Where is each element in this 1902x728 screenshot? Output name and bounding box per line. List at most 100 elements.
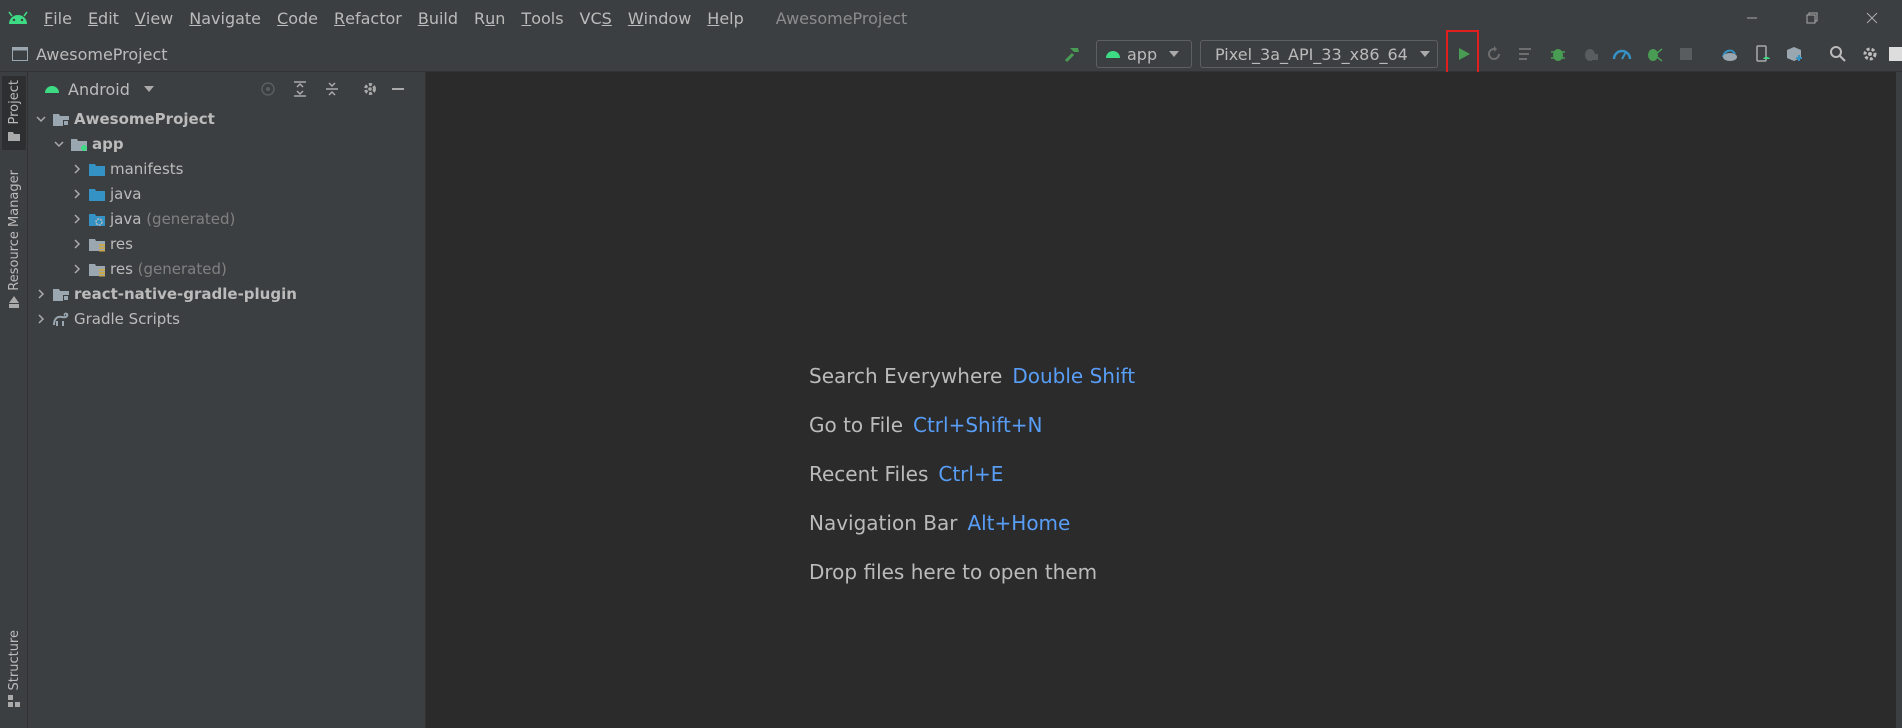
menu-navigate[interactable]: Navigate — [181, 0, 269, 36]
chevron-down-icon — [1169, 51, 1180, 57]
run-config-select[interactable]: app — [1096, 40, 1192, 68]
tree-item-gradle-scripts[interactable]: Gradle Scripts — [28, 306, 426, 331]
hint-navigation-bar: Navigation Bar Alt+Home — [809, 511, 1071, 535]
tree-item-label: java — [110, 184, 142, 203]
chevron-down-icon — [143, 86, 154, 92]
debug-icon[interactable] — [1546, 42, 1570, 66]
hint-drop-files: Drop files here to open them — [809, 560, 1098, 584]
tree-item-res[interactable]: res — [28, 231, 426, 256]
chevron-right-icon[interactable] — [34, 312, 48, 326]
tree-item-java-generated[interactable]: java (generated) — [28, 206, 426, 231]
select-opened-file-icon[interactable] — [256, 77, 280, 101]
chevron-right-icon[interactable] — [70, 187, 84, 201]
menu-file[interactable]: File — [36, 0, 80, 36]
chevron-right-icon[interactable] — [70, 212, 84, 226]
shortcut-label: Double Shift — [1012, 364, 1136, 388]
chevron-down-icon[interactable] — [34, 112, 48, 126]
project-panel-header: Android — [28, 72, 425, 106]
tree-item-app[interactable]: app — [28, 131, 426, 156]
run-config-label: app — [1127, 44, 1158, 64]
project-window-icon — [12, 47, 28, 61]
sync-gradle-icon[interactable] — [1718, 42, 1742, 66]
restore-icon[interactable] — [1782, 0, 1842, 36]
resource-folder-icon — [89, 263, 105, 276]
menu-window[interactable]: Window — [620, 0, 699, 36]
project-tab-label: Project — [6, 80, 22, 125]
device-label: Pixel_3a_API_33_x86_64 — [1215, 44, 1408, 64]
main-toolbar: AwesomeProject app Pixel_3a_API_33_x86_6… — [0, 36, 1902, 72]
chevron-right-icon[interactable] — [70, 162, 84, 176]
chevron-down-icon — [1419, 51, 1430, 57]
chevron-down-icon[interactable] — [52, 137, 66, 151]
build-hammer-icon[interactable] — [1060, 42, 1084, 66]
menu-bar: File Edit View Navigate Code Refactor Bu… — [0, 0, 1902, 36]
app-module-icon — [71, 138, 87, 151]
project-tree: AwesomeProject app manifests java java (… — [28, 106, 426, 331]
profiler-icon[interactable] — [1610, 42, 1634, 66]
tree-item-awesomeproject[interactable]: AwesomeProject — [28, 106, 426, 131]
tree-item-label: java (generated) — [110, 209, 236, 228]
right-tool-stripe — [1896, 72, 1902, 728]
menu-refactor[interactable]: Refactor — [326, 0, 410, 36]
search-icon[interactable] — [1826, 42, 1850, 66]
resource-manager-tool-tab[interactable]: Resource Manager — [2, 170, 26, 310]
hint-go-to-file: Go to File Ctrl+Shift+N — [809, 413, 1043, 437]
menu-code[interactable]: Code — [269, 0, 326, 36]
chevron-right-icon[interactable] — [70, 237, 84, 251]
structure-tool-tab[interactable]: Structure — [2, 630, 26, 710]
chevron-right-icon[interactable] — [70, 262, 84, 276]
menu-edit[interactable]: Edit — [80, 0, 127, 36]
stop-icon[interactable] — [1674, 42, 1698, 66]
device-manager-icon[interactable] — [1750, 42, 1774, 66]
menu-vcs[interactable]: VC S — [572, 0, 620, 36]
tree-item-label: Gradle Scripts — [74, 309, 180, 328]
source-folder-icon — [89, 188, 105, 201]
hide-panel-icon[interactable] — [386, 77, 410, 101]
resource-folder-icon — [89, 238, 105, 251]
apply-code-changes-icon[interactable] — [1514, 42, 1538, 66]
tree-item-label: res (generated) — [110, 259, 227, 278]
window-controls — [1722, 0, 1902, 36]
project-tool-tab[interactable]: Project — [2, 76, 26, 150]
device-select[interactable]: Pixel_3a_API_33_x86_64 — [1200, 40, 1438, 68]
android-icon — [1106, 51, 1120, 58]
editor-empty-area[interactable]: Search Everywhere Double Shift Go to File… — [426, 72, 1896, 728]
expand-all-icon[interactable] — [288, 77, 312, 101]
sdk-manager-icon[interactable] — [1782, 42, 1806, 66]
project-breadcrumb[interactable]: AwesomeProject — [12, 36, 168, 72]
tree-item-react-native-gradle-plugin[interactable]: react-native-gradle-plugin — [28, 281, 426, 306]
menu-run[interactable]: Run — [466, 0, 513, 36]
menu-help[interactable]: Help — [699, 0, 751, 36]
menu-tools[interactable]: Tools — [513, 0, 571, 36]
close-icon[interactable] — [1842, 0, 1902, 36]
tree-item-res-generated[interactable]: res (generated) — [28, 256, 426, 281]
android-studio-logo-icon — [0, 0, 36, 36]
tree-item-java[interactable]: java — [28, 181, 426, 206]
apply-changes-restart-icon[interactable] — [1482, 42, 1506, 66]
resource-manager-icon — [9, 295, 19, 308]
gear-icon[interactable] — [358, 77, 382, 101]
view-mode-label: Android — [68, 79, 130, 99]
project-name: AwesomeProject — [36, 44, 168, 64]
chevron-right-icon[interactable] — [34, 287, 48, 301]
attach-debugger-icon[interactable] — [1578, 42, 1602, 66]
collapse-all-icon[interactable] — [320, 77, 344, 101]
avatar-icon[interactable] — [1888, 42, 1902, 66]
left-tool-stripe: Project Resource Manager Structure — [0, 72, 28, 728]
tree-item-manifests[interactable]: manifests — [28, 156, 426, 181]
minimize-icon[interactable] — [1722, 0, 1782, 36]
gear-icon[interactable] — [1858, 42, 1882, 66]
generated-source-folder-icon — [89, 213, 105, 226]
module-folder-icon — [53, 288, 69, 301]
shortcut-label: Ctrl+E — [938, 462, 1004, 486]
folder-icon — [89, 163, 105, 176]
window-title: AwesomeProject — [775, 8, 908, 28]
hint-search-everywhere: Search Everywhere Double Shift — [809, 364, 1136, 388]
menu-build[interactable]: Build — [410, 0, 466, 36]
tree-item-label: res — [110, 234, 133, 253]
menu-view[interactable]: View — [127, 0, 181, 36]
tree-item-label: app — [92, 134, 124, 153]
view-mode-select[interactable]: Android — [44, 80, 154, 99]
folder-icon — [8, 132, 20, 142]
attach-debugger-android-icon[interactable] — [1642, 42, 1666, 66]
